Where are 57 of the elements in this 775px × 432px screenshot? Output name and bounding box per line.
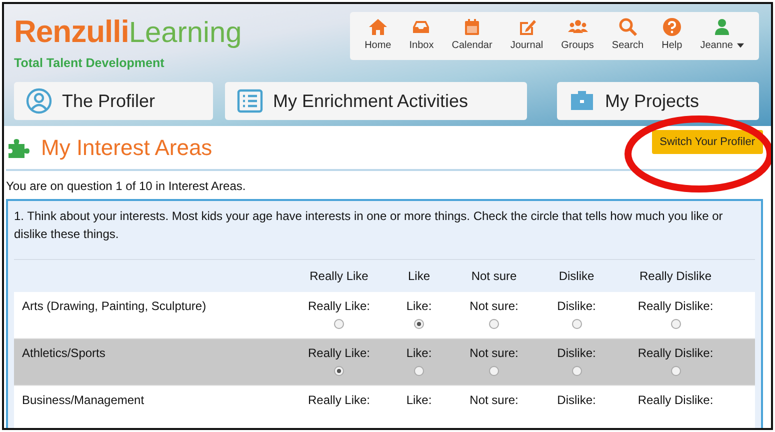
radio-button[interactable] <box>489 319 499 329</box>
interest-label: Business/Management <box>21 393 146 409</box>
option-label: Not sure: <box>470 346 518 360</box>
option-label: Really Dislike: <box>638 299 714 313</box>
list-icon <box>237 88 263 114</box>
nav-button[interactable]: Calendar <box>444 15 500 57</box>
column-header: Not sure <box>470 269 518 283</box>
search-icon <box>618 17 638 37</box>
logo-brand: Renzulli <box>14 14 129 49</box>
nav-button[interactable]: Help <box>654 15 690 57</box>
column-header: Really Dislike <box>638 269 713 283</box>
help-icon <box>662 17 682 37</box>
option-label: Really Like: <box>308 393 370 407</box>
option-label: Really Like: <box>308 299 370 313</box>
option-label: Dislike: <box>557 393 596 407</box>
question-text: 1. Think about your interests. Most kids your age have interests in one or more things. Check the circle that tells how much you like or dislike these things. <box>14 208 724 243</box>
logo-tagline: Total Talent Development <box>14 56 166 70</box>
option-label: Like: <box>406 346 432 360</box>
option-label: Dislike: <box>557 346 596 360</box>
option-label: Really Dislike: <box>638 346 714 360</box>
logo-suffix: Learning <box>128 17 242 49</box>
radio-button[interactable] <box>572 319 582 329</box>
section-tab[interactable]: The Profiler <box>14 82 213 120</box>
interest-label: Athletics/Sports <box>21 346 106 362</box>
radio-button[interactable] <box>414 319 424 329</box>
radio-button[interactable] <box>670 366 680 376</box>
progress-text: You are on question 1 of 10 in Interest Areas. <box>6 179 247 193</box>
radio-button[interactable] <box>414 366 424 376</box>
radio-button[interactable] <box>572 366 582 376</box>
option-label: Not sure: <box>470 299 518 313</box>
column-header: Like <box>406 269 431 283</box>
page-title: My Interest Areas <box>41 135 212 161</box>
radio-button[interactable] <box>334 319 344 329</box>
house-icon <box>368 17 388 37</box>
option-label: Dislike: <box>557 299 596 313</box>
nav-button[interactable]: Inbox <box>402 15 441 57</box>
section-tab[interactable]: My Enrichment Activities <box>225 82 527 120</box>
interest-label: Arts (Drawing, Painting, Sculpture) <box>21 299 208 315</box>
option-label: Really Dislike: <box>638 393 714 407</box>
radio-button[interactable] <box>334 366 344 376</box>
option-label: Like: <box>406 299 432 313</box>
nav-button[interactable]: Groups <box>554 15 601 57</box>
nav-button[interactable]: Journal <box>503 15 550 57</box>
column-header: Dislike <box>558 269 596 283</box>
option-label: Not sure: <box>470 393 518 407</box>
switch-profiler-button[interactable]: Switch Your Profiler <box>652 130 763 154</box>
section-tab[interactable]: My Projects <box>557 82 759 120</box>
caret-icon <box>737 43 744 48</box>
user-menu-button[interactable]: Jeanne <box>693 15 751 57</box>
option-label: Really Like: <box>308 346 370 360</box>
person-circle-icon <box>26 88 52 114</box>
nav-button[interactable]: Home <box>358 15 398 57</box>
radio-button[interactable] <box>489 366 499 376</box>
column-header: Really Like <box>308 269 370 283</box>
nav-button[interactable]: Search <box>604 15 651 57</box>
option-label: Like: <box>406 393 432 407</box>
radio-button[interactable] <box>670 319 680 329</box>
